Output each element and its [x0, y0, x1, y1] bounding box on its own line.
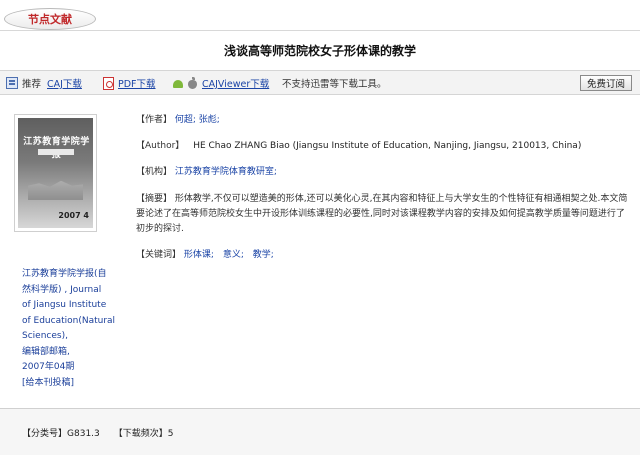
apple-icon: [187, 77, 198, 89]
author-label: 【作者】: [136, 115, 173, 125]
footer-line: 【分类号】G831.3 【下载频次】5: [22, 426, 174, 439]
header-divider: [0, 30, 640, 31]
content-area: 江苏教育学院学报 2007 4 江苏教育学院学报(自 然科学版) , Journ…: [0, 96, 640, 408]
journal-info: 江苏教育学院学报(自 然科学版) , Journal of Jiangsu In…: [22, 267, 122, 391]
caj-download-item[interactable]: CAJ下载: [47, 76, 82, 90]
keywords-label: 【关键词】: [136, 250, 182, 260]
page: 节点文献 浅谈高等师范院校女子形体课的教学 推荐 CAJ下载 PDF下载 CAJ…: [0, 0, 640, 455]
pdf-download-link[interactable]: PDF下载: [118, 76, 156, 90]
free-subscribe-button[interactable]: 免费订阅: [580, 75, 632, 91]
journal-editor-email[interactable]: 编辑部邮箱,: [22, 345, 122, 361]
keyword-link[interactable]: 意义;: [223, 250, 244, 260]
class-number-value: G831.3: [67, 429, 100, 439]
recommend-item[interactable]: 推荐: [6, 76, 41, 90]
class-number-label: 【分类号】: [22, 429, 68, 439]
author-en-label: 【Author】: [136, 141, 185, 151]
cover-band: [38, 149, 74, 155]
cajviewer-download-item[interactable]: CAJViewer下载: [172, 76, 269, 90]
download-notice-text: 不支持迅雷等下载工具。: [282, 79, 387, 90]
author-en-text: HE Chao ZHANG Biao (Jiangsu Institute of…: [193, 141, 582, 151]
caj-download-link[interactable]: CAJ下载: [47, 76, 82, 90]
article-title: 浅谈高等师范院校女子形体课的教学: [223, 44, 416, 58]
journal-line[interactable]: of Education(Natural: [22, 314, 122, 330]
download-notice: 不支持迅雷等下载工具。: [282, 76, 387, 90]
pdf-icon: [103, 76, 114, 90]
keyword-link[interactable]: 形体课;: [184, 250, 214, 260]
institution-row: 【机构】 江苏教育学院体育教研室;: [136, 166, 277, 179]
journal-cover-image: 江苏教育学院学报 2007 4: [18, 118, 93, 228]
keyword-link[interactable]: 教学;: [253, 250, 274, 260]
author-en-row: 【Author】 HE Chao ZHANG Biao (Jiangsu Ins…: [136, 140, 581, 153]
download-count-value: 5: [167, 429, 174, 439]
institution-link[interactable]: 江苏教育学院体育教研室;: [175, 167, 277, 177]
journal-line[interactable]: 然科学版) , Journal: [22, 283, 122, 299]
footer-info: 【分类号】G831.3 【下载频次】5: [0, 408, 640, 455]
submit-manuscript-link[interactable]: [给本刊投稿]: [22, 376, 122, 392]
download-count: 【下载频次】5: [114, 426, 174, 439]
abstract-row: 【摘要】 形体教学,不仅可以塑造美的形体,还可以美化心灵,在其内容和特征上与大学…: [136, 192, 628, 237]
recommend-label: 推荐: [22, 79, 42, 90]
author-links[interactable]: 何超; 张彪;: [175, 115, 220, 125]
journal-line[interactable]: 江苏教育学院学报(自: [22, 267, 122, 283]
pdf-download-item[interactable]: PDF下载: [103, 76, 156, 90]
journal-cover[interactable]: 江苏教育学院学报 2007 4: [14, 114, 97, 232]
node-literature-tag: 节点文献: [4, 8, 96, 30]
download-toolbar: 推荐 CAJ下载 PDF下载 CAJViewer下载 不支持迅雷等下载工具。 免…: [0, 70, 640, 95]
download-count-label: 【下载频次】: [113, 429, 168, 439]
android-icon: [172, 77, 184, 89]
journal-line[interactable]: Sciences),: [22, 329, 122, 345]
cover-issue: 2007 4: [58, 211, 89, 220]
class-number: 【分类号】G831.3: [22, 426, 100, 439]
author-row: 【作者】 何超; 张彪;: [136, 114, 220, 127]
node-literature-tag-text: 节点文献: [28, 13, 72, 26]
abstract-label: 【摘要】: [136, 194, 173, 204]
cajviewer-download-link[interactable]: CAJViewer下载: [202, 76, 269, 90]
journal-line[interactable]: of Jiangsu Institute: [22, 298, 122, 314]
journal-issue-link[interactable]: 2007年04期: [22, 360, 122, 376]
institution-label: 【机构】: [136, 167, 173, 177]
cover-building: [28, 180, 83, 200]
abstract-text: 形体教学,不仅可以塑造美的形体,还可以美化心灵,在其内容和特征上与大学女生的个性…: [136, 194, 628, 234]
cover-title: 江苏教育学院学报: [23, 137, 90, 160]
keywords-row: 【关键词】 形体课; 意义; 教学;: [136, 249, 274, 262]
recommend-icon: [6, 77, 18, 89]
